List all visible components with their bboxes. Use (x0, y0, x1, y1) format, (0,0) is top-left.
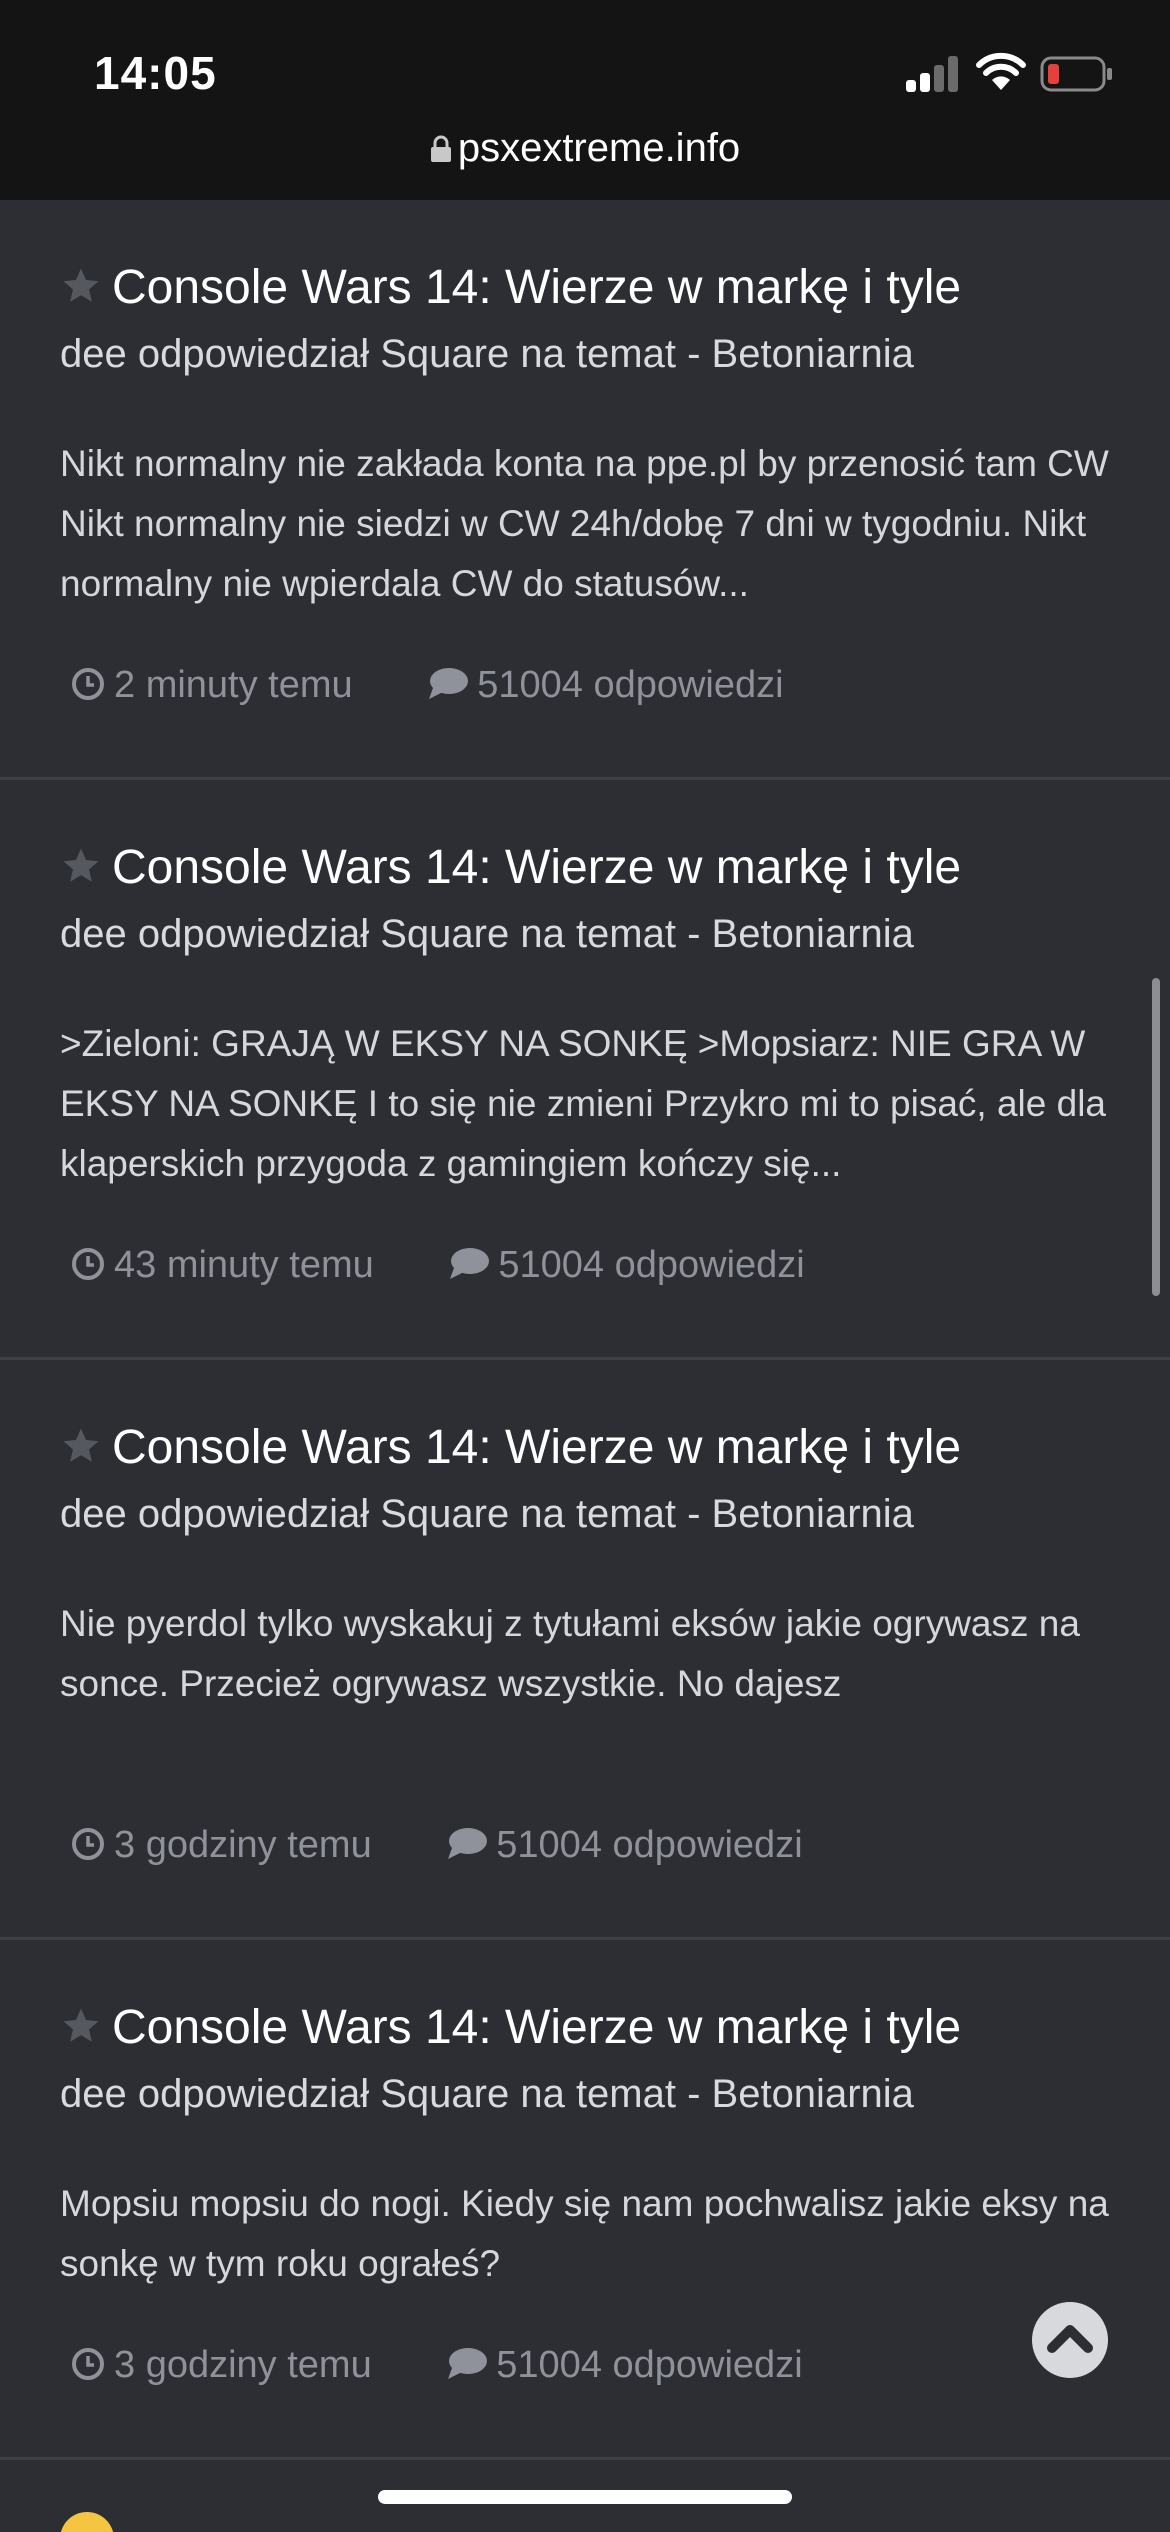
clock-icon (72, 1828, 104, 1860)
post-time: 2 minuty temu (114, 664, 353, 706)
address-url: psxextreme.info (457, 126, 741, 170)
post-meta: 43 minuty temu 51004 odpowiedzi (70, 1244, 805, 1287)
post-time: 43 minuty temu (114, 1244, 374, 1286)
post-time: 3 godziny temu (114, 1824, 372, 1866)
post-subtitle: dee odpowiedział Square na temat - Beton… (60, 1492, 914, 1536)
activity-item[interactable]: Console Wars 14: Wierze w markę i tyle d… (0, 200, 1170, 780)
comment-icon (450, 1248, 490, 1279)
star-icon (63, 268, 99, 302)
clock-icon (72, 1248, 104, 1280)
post-title-link[interactable]: Console Wars 14: Wierze w markę i tyle (60, 2000, 961, 2055)
post-replies: 51004 odpowiedzi (477, 664, 784, 706)
star-icon (63, 1428, 99, 1462)
star-icon (63, 848, 99, 882)
comment-icon (429, 668, 469, 699)
post-excerpt: Nie pyerdol tylko wyskakuj z tytułami ek… (60, 1603, 1080, 1704)
post-title-text: Console Wars 14: Wierze w markę i tyle (112, 2001, 962, 2054)
cellular-signal-icon (906, 56, 958, 92)
post-subtitle: dee odpowiedział Square na temat - Beton… (60, 332, 914, 376)
post-title-text: Console Wars 14: Wierze w markę i tyle (112, 261, 962, 314)
battery-icon (1040, 56, 1112, 92)
comment-icon (448, 2348, 488, 2379)
post-title-link[interactable]: Console Wars 14: Wierze w markę i tyle (60, 840, 961, 895)
star-icon (63, 2008, 99, 2042)
post-replies: 51004 odpowiedzi (498, 1244, 805, 1286)
clock-icon (72, 2348, 104, 2380)
clock-icon (72, 668, 104, 700)
post-excerpt: Nikt normalny nie zakłada konta na ppe.p… (60, 443, 1109, 604)
activity-feed: Console Wars 14: Wierze w markę i tyle d… (0, 200, 1170, 2460)
post-title-text: Console Wars 14: Wierze w markę i tyle (112, 841, 962, 894)
post-meta: 3 godziny temu 51004 odpowiedzi (70, 1824, 803, 1867)
post-meta: 3 godziny temu 51004 odpowiedzi (70, 2344, 803, 2387)
comment-icon (448, 1828, 488, 1859)
post-time: 3 godziny temu (114, 2344, 372, 2386)
chevron-up-icon (1047, 2325, 1093, 2353)
browser-top-bar: 14:05 psxextreme.info (0, 0, 1170, 200)
activity-item[interactable]: Console Wars 14: Wierze w markę i tyle d… (0, 1360, 1170, 1940)
browser-page: 14:05 psxextreme.info Console Wars 14: W… (0, 0, 1170, 2532)
post-excerpt: Mopsiu mopsiu do nogi. Kiedy się nam poc… (60, 2183, 1109, 2284)
wifi-icon (976, 52, 1026, 90)
scrollbar[interactable] (1152, 978, 1160, 1296)
post-subtitle: dee odpowiedział Square na temat - Beton… (60, 912, 914, 956)
post-title-text: Console Wars 14: Wierze w markę i tyle (112, 1421, 962, 1474)
post-title-link[interactable]: Console Wars 14: Wierze w markę i tyle (60, 1420, 961, 1475)
post-meta: 2 minuty temu 51004 odpowiedzi (70, 664, 784, 707)
home-indicator[interactable] (378, 2490, 792, 2504)
back-to-top-button[interactable] (1032, 2302, 1108, 2378)
lock-icon (430, 135, 451, 162)
status-time: 14:05 (94, 47, 217, 99)
address-bar[interactable]: psxextreme.info (0, 126, 1170, 171)
activity-item[interactable]: Console Wars 14: Wierze w markę i tyle d… (0, 1940, 1170, 2460)
post-excerpt: >Zieloni: GRAJĄ W EKSY NA SONKĘ >Mopsiar… (60, 1023, 1107, 1184)
post-replies: 51004 odpowiedzi (496, 1824, 803, 1866)
emoji-avatar (60, 2512, 114, 2532)
post-subtitle: dee odpowiedział Square na temat - Beton… (60, 2072, 914, 2116)
activity-item[interactable]: Console Wars 14: Wierze w markę i tyle d… (0, 780, 1170, 1360)
post-replies: 51004 odpowiedzi (496, 2344, 803, 2386)
post-title-link[interactable]: Console Wars 14: Wierze w markę i tyle (60, 260, 961, 315)
